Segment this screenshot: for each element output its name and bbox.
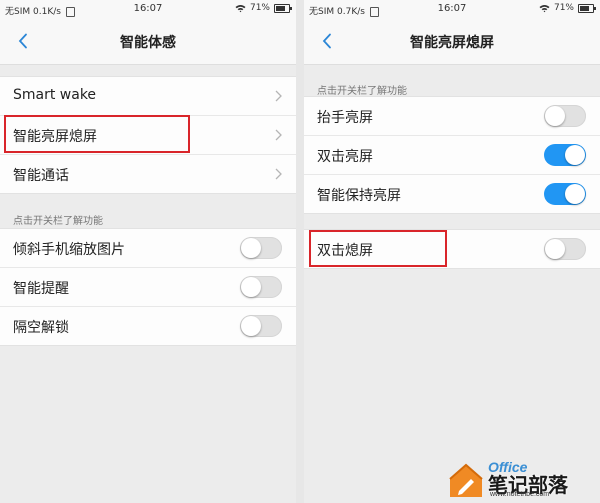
section-hint: 点击开关栏了解功能 bbox=[13, 216, 103, 227]
nav-bar: 智能亮屏熄屏 bbox=[304, 18, 600, 65]
toggle-switch[interactable] bbox=[544, 144, 586, 166]
left-screen: 无SIM 0.1K/s 16:07 71% 智能体感 Smart wake 智能… bbox=[0, 0, 296, 503]
list-item-smart-screen-onoff[interactable]: 智能亮屏熄屏 bbox=[0, 116, 296, 155]
battery-percent: 71% bbox=[553, 3, 574, 13]
page-title: 智能体感 bbox=[120, 35, 176, 51]
toggle-list: 倾斜手机缩放图片 智能提醒 隔空解锁 bbox=[0, 228, 296, 346]
wifi-icon bbox=[539, 4, 550, 12]
battery-percent: 71% bbox=[249, 3, 270, 13]
battery-icon bbox=[274, 3, 292, 13]
toggle-label: 智能保持亮屏 bbox=[317, 188, 401, 204]
toggle-knob bbox=[545, 106, 565, 126]
toggle-knob bbox=[565, 184, 585, 204]
battery-icon bbox=[578, 3, 596, 13]
toggle-row-double-tap-sleep[interactable]: 双击熄屏 bbox=[304, 230, 600, 268]
toggle-knob bbox=[241, 316, 261, 336]
toggle-label: 智能提醒 bbox=[13, 281, 69, 297]
house-logo-icon bbox=[449, 463, 483, 497]
list-item-smart-wake[interactable]: Smart wake bbox=[0, 77, 296, 116]
section-hint: 点击开关栏了解功能 bbox=[317, 86, 407, 97]
toggle-switch[interactable] bbox=[544, 183, 586, 205]
toggle-row-smart-reminder[interactable]: 智能提醒 bbox=[0, 268, 296, 307]
status-bar: 无SIM 0.1K/s 16:07 71% bbox=[0, 0, 296, 18]
page-title: 智能亮屏熄屏 bbox=[410, 35, 494, 51]
list-item-label: 智能亮屏熄屏 bbox=[13, 129, 97, 145]
list-item-label: 智能通话 bbox=[13, 168, 69, 184]
toggle-knob bbox=[565, 145, 585, 165]
list-item-smart-call[interactable]: 智能通话 bbox=[0, 155, 296, 193]
toggle-knob bbox=[241, 277, 261, 297]
toggle-list: 抬手亮屏 双击亮屏 智能保持亮屏 bbox=[304, 96, 600, 214]
toggle-label: 双击亮屏 bbox=[317, 149, 373, 165]
watermark: Office 笔记部落 www.notetribe.com bbox=[446, 455, 598, 501]
toggle-row-double-tap-wake[interactable]: 双击亮屏 bbox=[304, 136, 600, 175]
nav-bar: 智能体感 bbox=[0, 18, 296, 65]
toggle-row-air-unlock[interactable]: 隔空解锁 bbox=[0, 307, 296, 345]
toggle-label: 隔空解锁 bbox=[13, 320, 69, 336]
status-right-group: 71% bbox=[235, 3, 292, 13]
watermark-url: www.notetribe.com bbox=[490, 491, 550, 498]
toggle-switch[interactable] bbox=[544, 238, 586, 260]
toggle-switch[interactable] bbox=[240, 276, 282, 298]
toggle-label: 倾斜手机缩放图片 bbox=[13, 242, 125, 258]
toggle-knob bbox=[241, 238, 261, 258]
right-screen: 无SIM 0.7K/s 16:07 71% 智能亮屏熄屏 点击开关栏了解功能 抬… bbox=[304, 0, 600, 503]
toggle-label: 抬手亮屏 bbox=[317, 110, 373, 126]
toggle-switch[interactable] bbox=[544, 105, 586, 127]
toggle-row-raise-to-wake[interactable]: 抬手亮屏 bbox=[304, 97, 600, 136]
status-bar: 无SIM 0.7K/s 16:07 71% bbox=[304, 0, 600, 18]
chevron-right-icon bbox=[275, 129, 282, 141]
toggle-switch[interactable] bbox=[240, 315, 282, 337]
chevron-right-icon bbox=[275, 168, 282, 180]
toggle-row-smart-stay-awake[interactable]: 智能保持亮屏 bbox=[304, 175, 600, 213]
feature-list: Smart wake 智能亮屏熄屏 智能通话 bbox=[0, 76, 296, 194]
toggle-switch[interactable] bbox=[240, 237, 282, 259]
list-item-label: Smart wake bbox=[13, 87, 97, 103]
toggle-knob bbox=[545, 239, 565, 259]
chevron-right-icon bbox=[275, 90, 282, 102]
wifi-icon bbox=[235, 4, 246, 12]
toggle-list-2: 双击熄屏 bbox=[304, 229, 600, 269]
toggle-label: 双击熄屏 bbox=[317, 243, 373, 259]
status-right-group: 71% bbox=[539, 3, 596, 13]
toggle-row-tilt-zoom[interactable]: 倾斜手机缩放图片 bbox=[0, 229, 296, 268]
